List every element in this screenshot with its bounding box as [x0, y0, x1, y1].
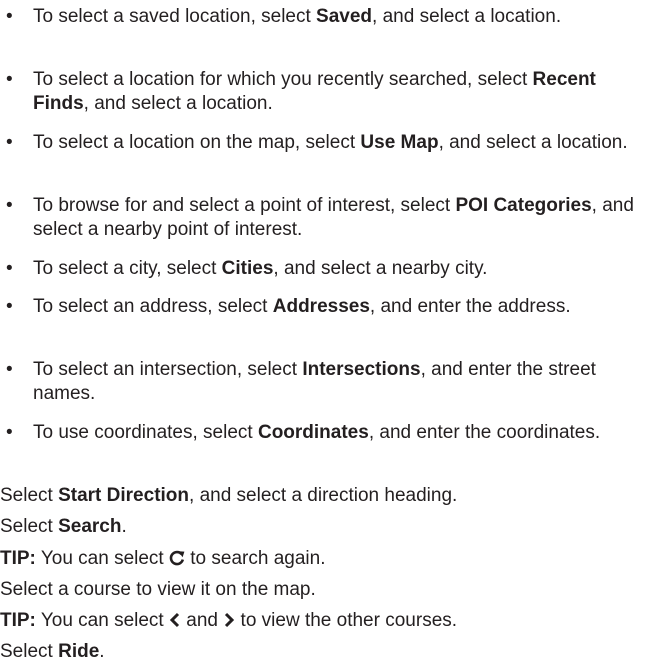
step-ride: Select Ride. — [0, 641, 105, 662]
step-search: Select Search. — [0, 516, 127, 537]
bullet-glyph: • — [6, 296, 13, 317]
list-item-text: To select a location on the map, select … — [33, 132, 628, 153]
list-item-text: To select a saved location, select Saved… — [33, 6, 562, 27]
chevron-left-icon — [169, 611, 181, 629]
bullet-glyph: • — [6, 359, 13, 380]
list-item-text: To select an address, select Addresses, … — [33, 296, 571, 317]
bullet-glyph: • — [6, 132, 13, 153]
tip-other-courses: TIP: You can select and to view the othe… — [0, 610, 458, 631]
list-item-text: To select a city, select Cities, and sel… — [33, 258, 488, 279]
list-item-text: To use coordinates, select Coordinates, … — [33, 422, 601, 443]
tip-label: TIP: — [0, 548, 36, 569]
bullet-glyph: • — [6, 6, 13, 27]
tip-label: TIP: — [0, 610, 36, 631]
bullet-glyph: • — [6, 422, 13, 443]
step-start-direction: Select Start Direction, and select a dir… — [0, 485, 458, 506]
list-item-text: To select a location for which you recen… — [33, 69, 596, 114]
list-item-text: To browse for and select a point of inte… — [33, 195, 634, 240]
refresh-icon — [169, 549, 185, 567]
step-select-course: Select a course to view it on the map. — [0, 579, 316, 600]
chevron-right-icon — [223, 611, 235, 629]
bullet-glyph: • — [6, 69, 13, 90]
bullet-glyph: • — [6, 195, 13, 216]
list-item-text: To select an intersection, select Inters… — [33, 359, 596, 404]
bullet-glyph: • — [6, 258, 13, 279]
tip-search-again: TIP: You can select to search again. — [0, 548, 326, 569]
